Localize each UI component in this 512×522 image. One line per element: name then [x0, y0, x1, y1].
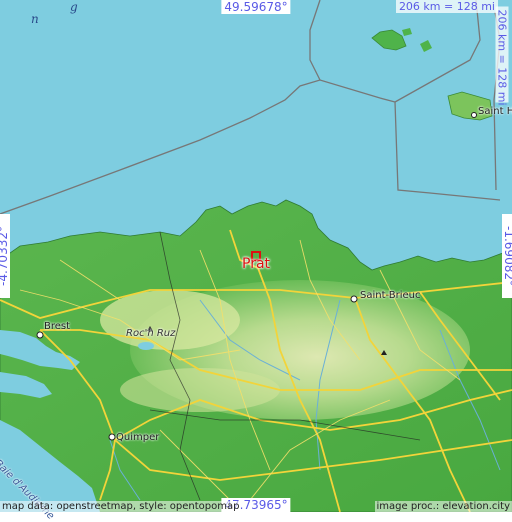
place-brest: Brest	[44, 321, 70, 332]
highland-montagnes-noires	[120, 368, 280, 412]
place-quimper: Quimper	[116, 432, 159, 443]
location-label: Prat	[242, 256, 270, 272]
east-longitude-label: -1.69082°	[502, 214, 512, 298]
image-credit: image proc.: elevation.city	[375, 501, 512, 512]
highland-arree	[100, 290, 240, 350]
sea-label-g: g	[70, 0, 78, 14]
lake	[138, 342, 154, 350]
place-roc-h-ruz: Roc'h Ruz	[126, 328, 175, 339]
sea-label-n: n	[31, 12, 39, 26]
scale-horizontal: 206 km = 128 mi	[396, 0, 498, 13]
scale-vertical: 206 km = 128 mi	[496, 7, 509, 103]
west-longitude-label: -4.70332°	[0, 214, 10, 298]
place-saint-brieuc: Saint-Brieuc	[360, 290, 421, 301]
north-latitude-label: 49.59678°	[221, 0, 290, 14]
map-credit: map data: openstreetmap, style: opentopo…	[0, 501, 241, 512]
place-saint-helier: Saint He	[478, 106, 512, 117]
